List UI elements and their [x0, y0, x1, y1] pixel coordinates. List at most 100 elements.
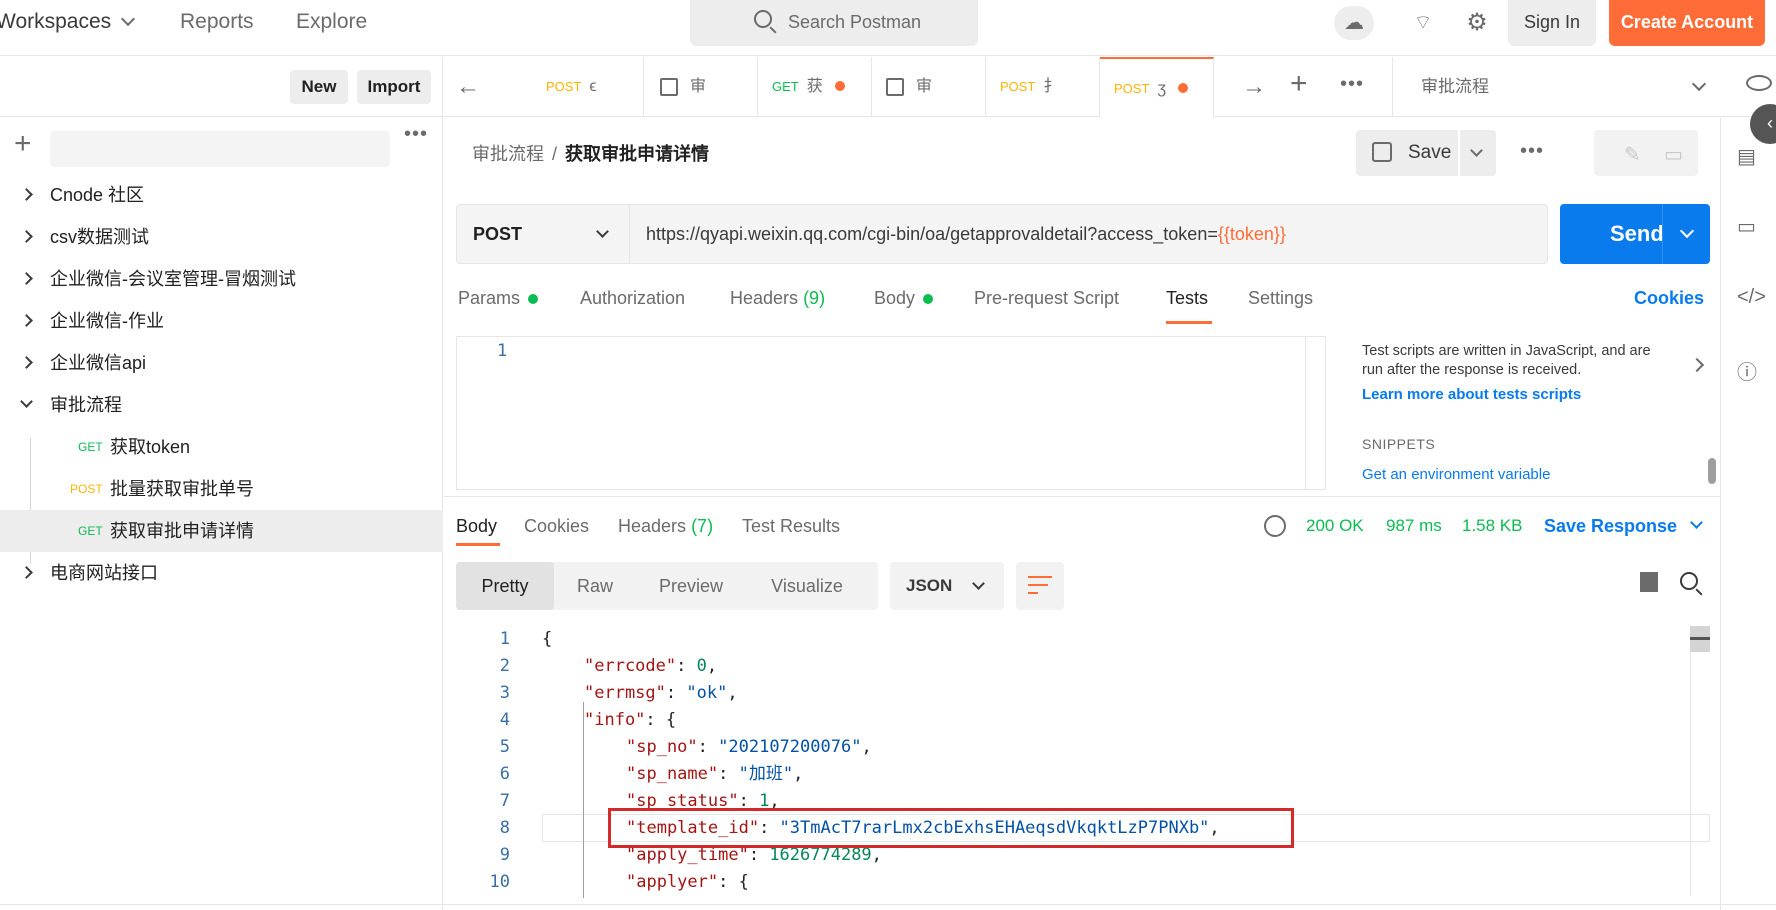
- save-options-button[interactable]: [1460, 130, 1496, 176]
- format-select[interactable]: JSON: [890, 562, 1004, 610]
- collection-meeting-room[interactable]: 企业微信-会议室管理-冒烟测试: [0, 258, 443, 300]
- comments-icon[interactable]: ▭: [1737, 214, 1756, 239]
- cloud-sync-icon[interactable]: ☁: [1334, 6, 1374, 40]
- send-label: Send: [1610, 221, 1664, 246]
- save-button[interactable]: Save: [1356, 130, 1458, 176]
- code-scrollbar-thumb[interactable]: [1690, 626, 1710, 652]
- code-line-number: 9: [499, 845, 510, 865]
- breadcrumb-collection[interactable]: 审批流程: [472, 144, 544, 164]
- response-tab-body[interactable]: Body: [456, 516, 497, 537]
- environment-selector[interactable]: 审批流程: [1392, 57, 1732, 117]
- view-preview[interactable]: Preview: [636, 562, 746, 610]
- tab-tests[interactable]: Tests: [1166, 288, 1208, 309]
- tests-script-editor[interactable]: 1: [456, 336, 1326, 490]
- code-line-text: "sp_no": "202107200076",: [626, 737, 872, 757]
- more-tabs-icon[interactable]: •••: [1340, 73, 1364, 96]
- status-code[interactable]: 200 OK: [1306, 516, 1364, 536]
- url-input[interactable]: https://qyapi.weixin.qq.com/cgi-bin/oa/g…: [630, 204, 1548, 264]
- response-time[interactable]: 987 ms: [1386, 516, 1442, 536]
- comment-icon[interactable]: ▭: [1664, 142, 1683, 167]
- create-account-button[interactable]: Create Account: [1609, 0, 1765, 46]
- new-button[interactable]: New: [290, 70, 348, 104]
- sign-in-button[interactable]: Sign In: [1508, 0, 1596, 46]
- tab-settings[interactable]: Settings: [1248, 288, 1313, 309]
- globe-icon[interactable]: [1264, 515, 1286, 537]
- gear-icon[interactable]: ⚙: [1460, 6, 1494, 40]
- request-approval-detail[interactable]: GET 获取审批申请详情: [0, 510, 443, 552]
- tab-params[interactable]: Params: [458, 288, 539, 309]
- collection-homework[interactable]: 企业微信-作业: [0, 300, 443, 342]
- collection-cnode[interactable]: Cnode 社区: [0, 174, 443, 216]
- chevron-down-icon[interactable]: [1690, 516, 1703, 529]
- breadcrumb-request[interactable]: 获取审批申请详情: [565, 144, 709, 164]
- tab-method: POST: [1000, 79, 1036, 94]
- request-batch-approval[interactable]: POST 批量获取审批单号: [0, 468, 443, 510]
- copy-icon[interactable]: [1640, 572, 1658, 592]
- response-tab-cookies[interactable]: Cookies: [524, 516, 589, 537]
- collection-ecommerce[interactable]: 电商网站接口: [0, 552, 443, 594]
- info-icon[interactable]: ⓘ: [1737, 356, 1757, 385]
- send-button[interactable]: Send: [1560, 204, 1710, 264]
- response-body-code[interactable]: 1 {2 "errcode": 0, 3 "errmsg": "ok", 4 "info":…: [456, 626, 1712, 896]
- new-tab-icon[interactable]: +: [1290, 67, 1308, 101]
- tab-label: 扌: [1043, 78, 1060, 95]
- documentation-icon[interactable]: ▤: [1737, 144, 1756, 169]
- response-tab-test-results[interactable]: Test Results: [742, 516, 840, 537]
- tab-request-3[interactable]: GET 获: [758, 57, 872, 117]
- pencil-icon[interactable]: ✎: [1624, 142, 1641, 167]
- tab-prerequest-script[interactable]: Pre-request Script: [974, 288, 1119, 309]
- global-search-input[interactable]: Search Postman: [690, 0, 978, 46]
- tab-request-6-active[interactable]: POST ʒ: [1100, 57, 1214, 117]
- more-options-icon[interactable]: •••: [1520, 140, 1544, 163]
- satellite-icon[interactable]: ⌔: [1406, 6, 1440, 40]
- request-label: 获取token: [110, 437, 191, 457]
- tab-body[interactable]: Body: [874, 288, 934, 309]
- request-get-token[interactable]: GET 获取token: [0, 426, 443, 468]
- arrow-left-icon[interactable]: ←: [456, 73, 480, 101]
- response-size[interactable]: 1.58 KB: [1462, 516, 1523, 536]
- tab-request-5[interactable]: POST 扌: [986, 57, 1100, 117]
- wrap-lines-icon[interactable]: [1016, 562, 1064, 610]
- view-visualize[interactable]: Visualize: [746, 562, 868, 610]
- eye-icon[interactable]: [1746, 75, 1772, 91]
- learn-more-link[interactable]: Learn more about tests scripts: [1362, 386, 1581, 403]
- code-line-number: 4: [499, 710, 510, 730]
- method-select[interactable]: POST: [456, 204, 630, 264]
- sidebar-header: New Import: [0, 57, 443, 117]
- response-divider[interactable]: [444, 496, 1720, 497]
- method-label: POST: [473, 224, 523, 244]
- editor-scrollbar[interactable]: [1305, 337, 1325, 489]
- response-tab-headers[interactable]: Headers (7): [618, 516, 713, 537]
- top-bar: Workspaces Reports Explore Search Postma…: [0, 0, 1776, 56]
- collection-label: csv数据测试: [50, 227, 149, 247]
- collection-csv[interactable]: csv数据测试: [0, 216, 443, 258]
- code-icon[interactable]: </>: [1737, 286, 1766, 309]
- workspaces-menu[interactable]: Workspaces: [0, 0, 136, 44]
- more-options-icon[interactable]: •••: [404, 123, 428, 146]
- tab-headers[interactable]: Headers (9): [730, 288, 825, 309]
- snippets-scrollbar[interactable]: [1708, 458, 1716, 484]
- view-raw[interactable]: Raw: [554, 562, 636, 610]
- arrow-right-icon[interactable]: →: [1242, 73, 1266, 101]
- collection-wechat-api[interactable]: 企业微信api: [0, 342, 443, 384]
- search-icon[interactable]: [1680, 572, 1698, 590]
- sidebar-search-input[interactable]: [50, 131, 390, 167]
- tab-request-2[interactable]: 审: [644, 57, 758, 117]
- collection-approval[interactable]: 审批流程: [0, 384, 443, 426]
- chevron-down-icon[interactable]: [1679, 223, 1695, 239]
- import-button[interactable]: Import: [357, 70, 431, 104]
- tab-request-1[interactable]: POST ϵ: [530, 57, 644, 117]
- tab-request-4[interactable]: 审: [872, 57, 986, 117]
- tab-authorization[interactable]: Authorization: [580, 288, 685, 309]
- view-pretty[interactable]: Pretty: [456, 562, 554, 610]
- explore-link[interactable]: Explore: [296, 0, 367, 44]
- add-collection-icon[interactable]: +: [14, 129, 32, 159]
- reports-link[interactable]: Reports: [180, 0, 254, 44]
- snippet-link[interactable]: Get an environment variable: [1362, 466, 1550, 483]
- cookies-link[interactable]: Cookies: [1634, 288, 1704, 309]
- save-response-button[interactable]: Save Response: [1544, 516, 1677, 537]
- tab-label: 获: [806, 78, 823, 95]
- code-scrollbar[interactable]: [1690, 626, 1710, 896]
- format-label: JSON: [906, 576, 953, 595]
- chevron-right-icon[interactable]: [1689, 357, 1705, 373]
